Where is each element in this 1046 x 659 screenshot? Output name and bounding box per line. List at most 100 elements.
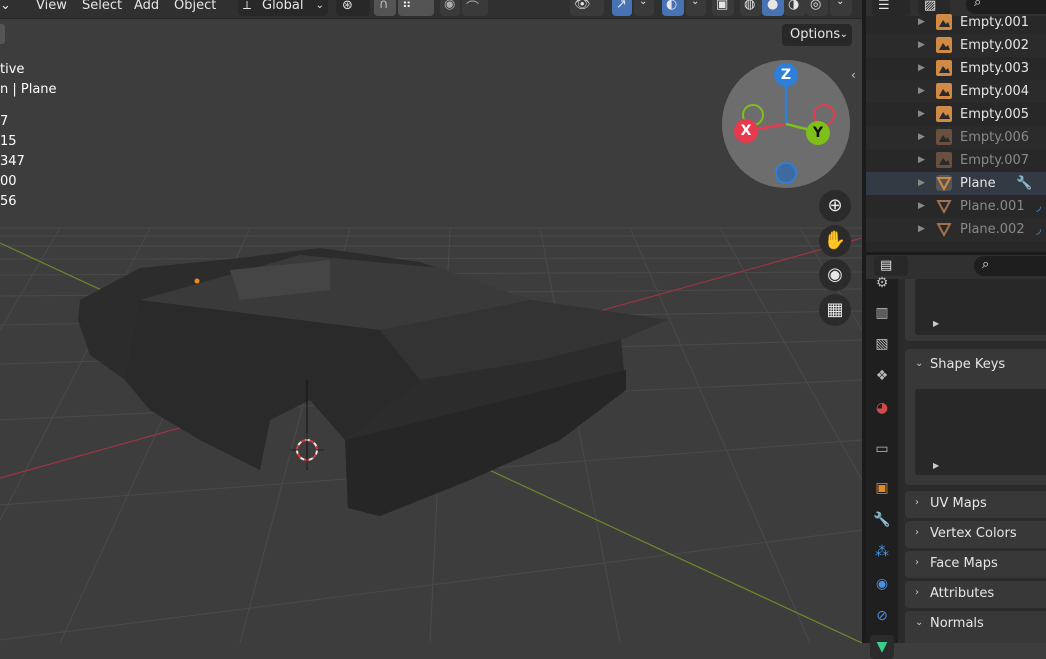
expand-arrow-icon[interactable]: ▶ (918, 34, 925, 57)
expand-arrow-icon[interactable]: ▶ (918, 218, 925, 241)
wrench-icon: 🔧 (873, 512, 891, 528)
proportional-edit-toggle[interactable]: ◉ (440, 0, 460, 16)
expand-icon[interactable]: ▶ (933, 461, 939, 470)
particles-icon: ⁂ (875, 544, 889, 560)
outliner-item-label: Empty.005 (960, 107, 1030, 122)
snap-grid-icon: ⠿ (402, 0, 412, 12)
shading-wireframe[interactable]: ◍ (740, 0, 762, 16)
xray-toggle[interactable]: ▣ (712, 0, 734, 16)
perspective-toggle-button[interactable]: ▦ (819, 294, 851, 326)
outliner-item[interactable]: ▶ Empty.006 (866, 126, 1046, 149)
gizmo-y[interactable]: Y (806, 121, 830, 145)
snap-toggle[interactable]: ∩ (374, 0, 396, 16)
face-maps-panel[interactable]: › Face Maps (905, 551, 1046, 578)
gizmo-x[interactable]: X (734, 119, 758, 143)
expand-arrow-icon[interactable]: ▶ (918, 80, 925, 103)
physics-icon: ◉ (875, 576, 889, 592)
constraints-tab[interactable]: ⊘ (870, 604, 894, 628)
menu-select[interactable]: Select (82, 0, 122, 13)
expand-arrow-icon[interactable]: ▶ (918, 149, 925, 172)
outliner-item-label: Empty.003 (960, 61, 1030, 76)
chevron-down-icon[interactable]: ⌄ (915, 358, 923, 369)
object-tab[interactable]: ▣ (870, 476, 894, 500)
view-layer-tab[interactable]: ❖ (870, 364, 894, 388)
physics-tab[interactable]: ◉ (870, 572, 894, 596)
uv-maps-panel[interactable]: › UV Maps (905, 491, 1046, 518)
overlays-toggle[interactable]: ◐ (662, 0, 684, 16)
data-tab[interactable]: ▼ (870, 635, 894, 659)
uv-maps-title: UV Maps (930, 496, 987, 511)
outliner-item[interactable]: ▶ Empty.007 (866, 149, 1046, 172)
3d-viewport[interactable]: ⌄ View Select Add Object ⟂ Global ⌄ ⊛ ∩ … (0, 0, 862, 643)
outliner-item[interactable]: ▶ Plane.002 ◞ (866, 218, 1046, 241)
snap-dropdown[interactable]: ⠿ (398, 0, 434, 16)
xray-icon: ▣ (716, 0, 729, 12)
car-mesh (78, 248, 668, 516)
mesh-triangle-icon (936, 175, 952, 192)
properties-body[interactable]: ▶ ⌄ Shape Keys ▶ › UV Maps › Vertex Colo… (898, 279, 1046, 643)
attributes-panel[interactable]: › Attributes (905, 581, 1046, 608)
options-dropdown[interactable]: Options ⌄ (782, 24, 852, 46)
pan-button[interactable]: ✋ (819, 225, 851, 257)
camera-view-button[interactable]: ◉ (819, 259, 851, 291)
shape-keys-title[interactable]: Shape Keys (930, 357, 1005, 372)
expand-arrow-icon[interactable]: ▶ (918, 11, 925, 34)
expand-icon[interactable]: ▶ (933, 319, 939, 328)
outliner-item[interactable]: ▶ Empty.001 (866, 11, 1046, 34)
gizmo-dropdown[interactable]: ⌄ (634, 0, 654, 16)
outliner-item[interactable]: ▶ Empty.004 (866, 80, 1046, 103)
navigation-gizmo[interactable]: Z X Y (722, 60, 850, 188)
modifier-icon[interactable]: ◞ (1036, 218, 1041, 241)
shading-solid[interactable]: ● (762, 0, 784, 16)
stats-mode: tive (0, 62, 25, 77)
expand-arrow-icon[interactable]: ▶ (918, 126, 925, 149)
expand-arrow-icon[interactable]: ▶ (918, 103, 925, 126)
overlays-dropdown[interactable]: ⌄ (686, 0, 706, 16)
material-sphere-icon: ◑ (788, 0, 800, 12)
toolbar-handle[interactable] (0, 24, 5, 44)
editor-dropdown-chevron[interactable]: ⌄ (0, 0, 11, 13)
shading-dropdown[interactable]: ⌄ (830, 0, 852, 16)
world-tab[interactable]: ◕ (870, 396, 894, 420)
output-tab[interactable]: ▧ (870, 332, 894, 356)
visibility-dropdown[interactable]: 👁 (570, 0, 604, 16)
normals-panel[interactable]: ⌄ Normals (905, 611, 1046, 643)
menu-view[interactable]: View (36, 0, 67, 13)
gizmo-z[interactable]: Z (774, 63, 798, 87)
menu-object[interactable]: Object (174, 0, 216, 13)
modifier-tab[interactable]: 🔧 (870, 508, 894, 532)
expand-arrow-icon[interactable]: ▶ (918, 195, 925, 218)
outliner-item-label: Plane.001 (960, 199, 1025, 214)
shading-material[interactable]: ◑ (784, 0, 806, 16)
render-tab[interactable]: ▥ (870, 301, 894, 325)
vertex-colors-title: Vertex Colors (930, 526, 1017, 541)
pivot-dropdown[interactable]: ⊛ (336, 0, 370, 16)
modifier-icon[interactable]: ◞ (1036, 195, 1041, 218)
shape-keys-list[interactable]: ▶ (915, 389, 1046, 475)
tool-tab[interactable]: ⚙ (870, 271, 894, 295)
wrench-icon[interactable]: 🔧 (1016, 172, 1032, 195)
sidebar-toggle-icon[interactable]: ‹ (851, 68, 856, 82)
constraint-icon: ⊘ (876, 608, 888, 624)
orientation-dropdown[interactable]: ⟂ Global ⌄ (238, 0, 328, 16)
outliner-item[interactable]: ▶ Plane 🔧 (866, 172, 1046, 195)
outliner-item[interactable]: ▶ Empty.002 (866, 34, 1046, 57)
outliner-item[interactable]: ▶ Empty.003 (866, 57, 1046, 80)
falloff-dropdown[interactable]: ⌒ (462, 0, 488, 16)
expand-arrow-icon[interactable]: ▶ (918, 172, 925, 195)
outliner[interactable]: ☰ ▨ ⌕ ▶ Empty.001 ▶ Empty.002 ▶ Empty.003 ▶ Emp… (866, 0, 1046, 252)
particles-tab[interactable]: ⁂ (870, 540, 894, 564)
collection-tab[interactable]: ▭ (870, 437, 894, 461)
outliner-item[interactable]: ▶ Empty.005 (866, 103, 1046, 126)
vertex-colors-panel[interactable]: › Vertex Colors (905, 521, 1046, 548)
gizmo-toggle[interactable]: ↗ (612, 0, 632, 16)
outliner-item[interactable]: ▶ Plane.001 ◞ (866, 195, 1046, 218)
vertex-groups-list[interactable]: ▶ (915, 279, 1046, 335)
expand-arrow-icon[interactable]: ▶ (918, 57, 925, 80)
zoom-button[interactable]: ⊕ (819, 190, 851, 222)
outliner-item-label: Empty.006 (960, 130, 1030, 145)
menu-add[interactable]: Add (134, 0, 159, 13)
transform-orientation-icon: ⟂ (243, 0, 252, 12)
shading-rendered[interactable]: ◎ (806, 0, 828, 16)
properties-search-input[interactable]: ⌕ (974, 256, 1046, 276)
